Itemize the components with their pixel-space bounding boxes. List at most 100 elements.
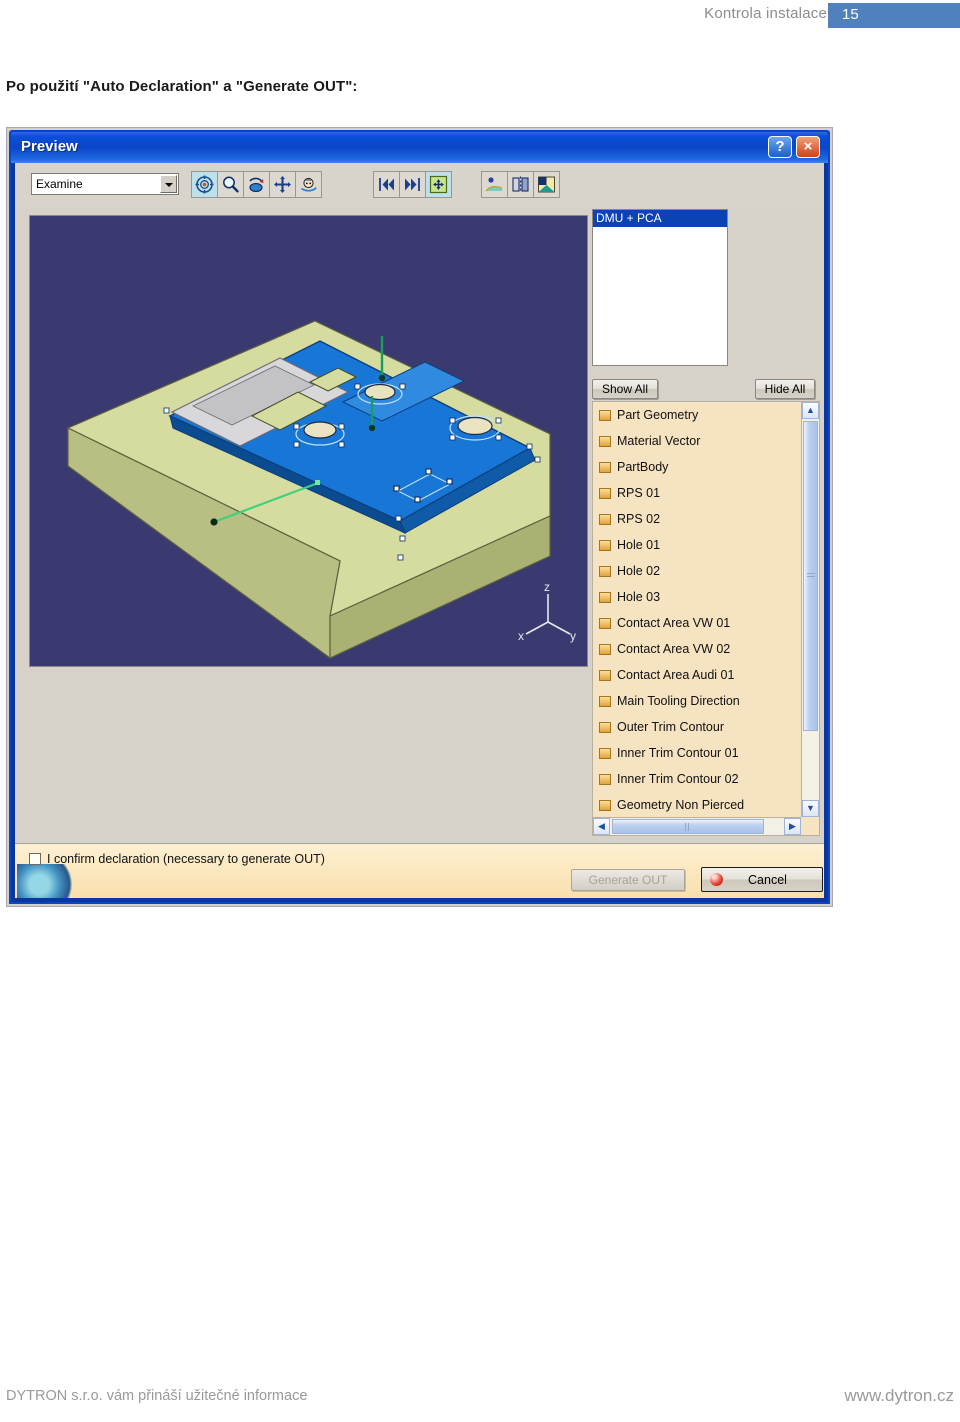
page-number-badge: 15 bbox=[828, 3, 960, 28]
confirm-declaration-label: I confirm declaration (necessary to gene… bbox=[47, 852, 325, 866]
part-3d-model: z x y bbox=[30, 216, 587, 666]
list-item-label: RPS 01 bbox=[617, 486, 661, 500]
first-step-icon[interactable] bbox=[374, 172, 400, 197]
cancel-button[interactable]: Cancel bbox=[701, 867, 823, 892]
render-mode-icon[interactable] bbox=[534, 172, 559, 197]
tree-item-dmu-pca[interactable]: DMU + PCA bbox=[593, 210, 727, 227]
shading-icon[interactable] bbox=[482, 172, 508, 197]
list-item-label: Inner Trim Contour 02 bbox=[617, 772, 739, 786]
list-item[interactable]: Hole 03 bbox=[593, 584, 801, 610]
list-item[interactable]: RPS 02 bbox=[593, 506, 801, 532]
list-item[interactable]: Inner Trim Contour 01 bbox=[593, 740, 801, 766]
fit-all-icon[interactable] bbox=[426, 172, 451, 197]
visibility-toggle-icon[interactable] bbox=[599, 435, 611, 447]
list-item-label: RPS 02 bbox=[617, 512, 661, 526]
list-item[interactable]: Main Tooling Direction bbox=[593, 688, 801, 714]
list-item-label: Hole 02 bbox=[617, 564, 661, 578]
product-tree-box[interactable]: DMU + PCA bbox=[592, 209, 728, 366]
close-icon[interactable]: × bbox=[796, 136, 820, 158]
visibility-toggle-icon[interactable] bbox=[599, 695, 611, 707]
generate-out-button[interactable]: Generate OUT bbox=[571, 869, 685, 891]
scroll-up-icon[interactable]: ▲ bbox=[802, 402, 819, 419]
visibility-toggle-icon[interactable] bbox=[599, 799, 611, 811]
list-item[interactable]: Contact Area VW 02 bbox=[593, 636, 801, 662]
list-item[interactable]: Hole 01 bbox=[593, 532, 801, 558]
mode-select[interactable]: Examine bbox=[31, 173, 179, 195]
zoom-magnifier-icon[interactable] bbox=[218, 172, 244, 197]
toolbar-group-navigation bbox=[191, 171, 322, 198]
toolbar-group-steps bbox=[373, 171, 452, 198]
list-item[interactable]: Contact Area Audi 01 bbox=[593, 662, 801, 688]
visibility-toggle-icon[interactable] bbox=[599, 565, 611, 577]
dialog-title: Preview bbox=[21, 138, 78, 155]
feature-list-horizontal-scrollbar[interactable]: ◀ ▶ bbox=[593, 817, 801, 835]
scroll-down-icon[interactable]: ▼ bbox=[802, 800, 819, 817]
show-all-button[interactable]: Show All bbox=[592, 379, 658, 399]
list-item[interactable]: Contact Area VW 01 bbox=[593, 610, 801, 636]
footer-website-link[interactable]: www.dytron.cz bbox=[844, 1386, 954, 1406]
pan-move-icon[interactable] bbox=[270, 172, 296, 197]
visibility-toggle-icon[interactable] bbox=[599, 747, 611, 759]
chevron-down-icon[interactable] bbox=[160, 175, 177, 193]
list-item[interactable]: Geometry Non Pierced bbox=[593, 792, 801, 817]
feature-list-vertical-scrollbar[interactable]: ▲ ▼ bbox=[801, 402, 819, 817]
list-item-label: Inner Trim Contour 01 bbox=[617, 746, 739, 760]
visibility-toggle-icon[interactable] bbox=[599, 669, 611, 681]
intro-paragraph: Po použití "Auto Declaration" a "Generat… bbox=[6, 78, 358, 95]
list-item-label: Contact Area VW 01 bbox=[617, 616, 731, 630]
list-item[interactable]: Inner Trim Contour 02 bbox=[593, 766, 801, 792]
rotate-view-icon[interactable] bbox=[244, 172, 270, 197]
fit-target-icon[interactable] bbox=[192, 172, 218, 197]
visibility-toggle-icon[interactable] bbox=[599, 721, 611, 733]
embedded-screenshot: Preview ? × Examine z x y DMU + PCA Show… bbox=[6, 127, 833, 907]
horizontal-scroll-thumb[interactable] bbox=[612, 819, 764, 834]
list-item-label: Contact Area Audi 01 bbox=[617, 668, 735, 682]
preview-viewport-3d[interactable]: z x y bbox=[29, 215, 588, 667]
checkbox-box[interactable] bbox=[29, 853, 41, 865]
mirror-icon[interactable] bbox=[508, 172, 534, 197]
svg-text:z: z bbox=[544, 580, 550, 594]
dialog-body: Examine z x y DMU + PCA Show All Hide Al… bbox=[15, 163, 824, 898]
turntable-icon[interactable] bbox=[296, 172, 321, 197]
visibility-toggle-icon[interactable] bbox=[599, 617, 611, 629]
list-item-label: Geometry Non Pierced bbox=[617, 798, 745, 812]
scroll-left-icon[interactable]: ◀ bbox=[593, 818, 610, 835]
dialog-footer: I confirm declaration (necessary to gene… bbox=[15, 844, 824, 898]
list-item[interactable]: Part Geometry bbox=[593, 402, 801, 428]
scroll-right-icon[interactable]: ▶ bbox=[784, 818, 801, 835]
vertical-scroll-thumb[interactable] bbox=[803, 421, 818, 731]
visibility-toggle-icon[interactable] bbox=[599, 773, 611, 785]
page-footer: DYTRON s.r.o. vám přináší užitečné infor… bbox=[0, 1383, 960, 1422]
list-item[interactable]: Outer Trim Contour bbox=[593, 714, 801, 740]
svg-text:y: y bbox=[570, 629, 576, 643]
list-item-label: Hole 03 bbox=[617, 590, 661, 604]
dialog-titlebar: Preview ? × bbox=[11, 132, 828, 163]
visibility-toggle-icon[interactable] bbox=[599, 643, 611, 655]
list-item-label: Material Vector bbox=[617, 434, 701, 448]
visibility-toggle-icon[interactable] bbox=[599, 461, 611, 473]
last-step-icon[interactable] bbox=[400, 172, 426, 197]
visibility-toggle-icon[interactable] bbox=[599, 513, 611, 525]
confirm-declaration-checkbox[interactable]: I confirm declaration (necessary to gene… bbox=[29, 852, 325, 866]
list-item[interactable]: Hole 02 bbox=[593, 558, 801, 584]
visibility-toggle-icon[interactable] bbox=[599, 591, 611, 603]
list-item-label: Part Geometry bbox=[617, 408, 699, 422]
preview-dialog-window: Preview ? × Examine z x y DMU + PCA Show… bbox=[9, 130, 830, 904]
list-item[interactable]: Material Vector bbox=[593, 428, 801, 454]
cancel-button-label: Cancel bbox=[748, 872, 787, 887]
page-number-text: 15 bbox=[842, 6, 859, 23]
list-item-label: PartBody bbox=[617, 460, 669, 474]
svg-text:x: x bbox=[518, 629, 524, 643]
list-item[interactable]: RPS 01 bbox=[593, 480, 801, 506]
list-item[interactable]: PartBody bbox=[593, 454, 801, 480]
hide-all-button[interactable]: Hide All bbox=[755, 379, 815, 399]
help-icon[interactable]: ? bbox=[768, 136, 792, 158]
visibility-toggle-icon[interactable] bbox=[599, 539, 611, 551]
page-header-title: Kontrola instalace bbox=[704, 5, 827, 22]
page-header: Kontrola instalace 15 bbox=[0, 0, 960, 30]
feature-list-panel[interactable]: Part Geometry Material Vector PartBody RPS … bbox=[592, 401, 820, 836]
visibility-toggle-icon[interactable] bbox=[599, 487, 611, 499]
list-item-label: Main Tooling Direction bbox=[617, 694, 740, 708]
list-item-label: Outer Trim Contour bbox=[617, 720, 724, 734]
visibility-toggle-icon[interactable] bbox=[599, 409, 611, 421]
